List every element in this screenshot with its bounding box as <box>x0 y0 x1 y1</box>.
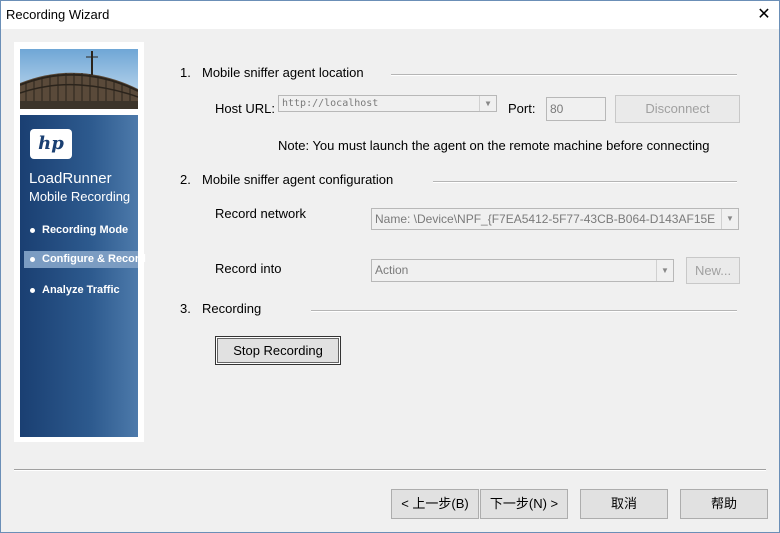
section-1-title: Mobile sniffer agent location <box>202 65 364 80</box>
product-name: LoadRunner <box>29 170 112 187</box>
record-network-label: Record network <box>215 206 307 221</box>
stop-recording-button[interactable]: Stop Recording <box>215 336 341 365</box>
disconnect-button[interactable]: Disconnect <box>615 95 740 123</box>
chevron-down-icon[interactable]: ▼ <box>479 96 496 111</box>
record-into-value: Action <box>375 263 409 277</box>
sidebar-item-label: Recording Mode <box>42 224 129 236</box>
product-subtitle: Mobile Recording <box>29 189 131 204</box>
help-button[interactable]: 帮助 <box>680 489 768 519</box>
recording-wizard-window: Recording Wizard ✕ hp LoadRunner Mobile … <box>0 0 780 533</box>
section-2-divider <box>433 181 737 183</box>
chevron-down-icon[interactable]: ▼ <box>656 260 673 281</box>
close-icon[interactable]: ✕ <box>749 1 779 29</box>
chevron-down-icon[interactable]: ▼ <box>721 209 738 229</box>
host-url-label: Host URL: <box>215 101 275 116</box>
port-value: 80 <box>550 102 564 116</box>
bullet-icon <box>30 227 35 233</box>
section-1-number: 1. <box>180 65 191 80</box>
sidebar-item-label: Analyze Traffic <box>42 284 120 296</box>
roller-coaster-image <box>20 49 138 109</box>
section-3-title: Recording <box>202 301 262 316</box>
port-label: Port: <box>508 101 536 116</box>
port-input[interactable]: 80 <box>546 97 606 121</box>
new-action-button[interactable]: New... <box>686 257 740 284</box>
section-2-number: 2. <box>180 172 191 187</box>
section-3-divider <box>311 310 737 312</box>
record-into-select[interactable]: Action ▼ <box>371 259 674 282</box>
next-button[interactable]: 下一步(N) > <box>480 489 568 519</box>
sidebar-nav-panel: hp LoadRunner Mobile Recording Recording… <box>20 115 146 437</box>
record-network-select[interactable]: Name: \Device\NPF_{F7EA5412-5F77-43CB-B0… <box>371 208 739 230</box>
footer-divider <box>14 469 766 471</box>
title-bar: Recording Wizard ✕ <box>1 1 779 29</box>
back-button[interactable]: < 上一步(B) <box>391 489 479 519</box>
sidebar-item-label: Configure & Record <box>42 253 146 265</box>
agent-note: Note: You must launch the agent on the r… <box>278 138 710 153</box>
record-network-value: Name: \Device\NPF_{F7EA5412-5F77-43CB-B0… <box>375 212 716 226</box>
section-3-number: 3. <box>180 301 191 316</box>
wizard-sidebar: hp LoadRunner Mobile Recording Recording… <box>14 42 146 442</box>
section-1-divider <box>391 74 737 76</box>
sidebar-item-analyze-traffic[interactable]: Analyze Traffic <box>30 284 120 296</box>
host-url-value: http://localhost <box>282 98 379 109</box>
host-url-input[interactable]: http://localhost ▼ <box>278 95 497 112</box>
bullet-icon <box>30 287 35 293</box>
record-into-label: Record into <box>215 261 282 276</box>
section-2-title: Mobile sniffer agent configuration <box>202 172 394 187</box>
hp-logo-text: hp <box>38 133 64 154</box>
hp-logo: hp <box>30 129 72 159</box>
sidebar-item-configure-record[interactable]: Configure & Record <box>24 251 146 268</box>
bullet-icon <box>30 256 35 262</box>
window-title: Recording Wizard <box>6 7 110 22</box>
sidebar-item-recording-mode[interactable]: Recording Mode <box>30 224 128 236</box>
cancel-button[interactable]: 取消 <box>580 489 668 519</box>
